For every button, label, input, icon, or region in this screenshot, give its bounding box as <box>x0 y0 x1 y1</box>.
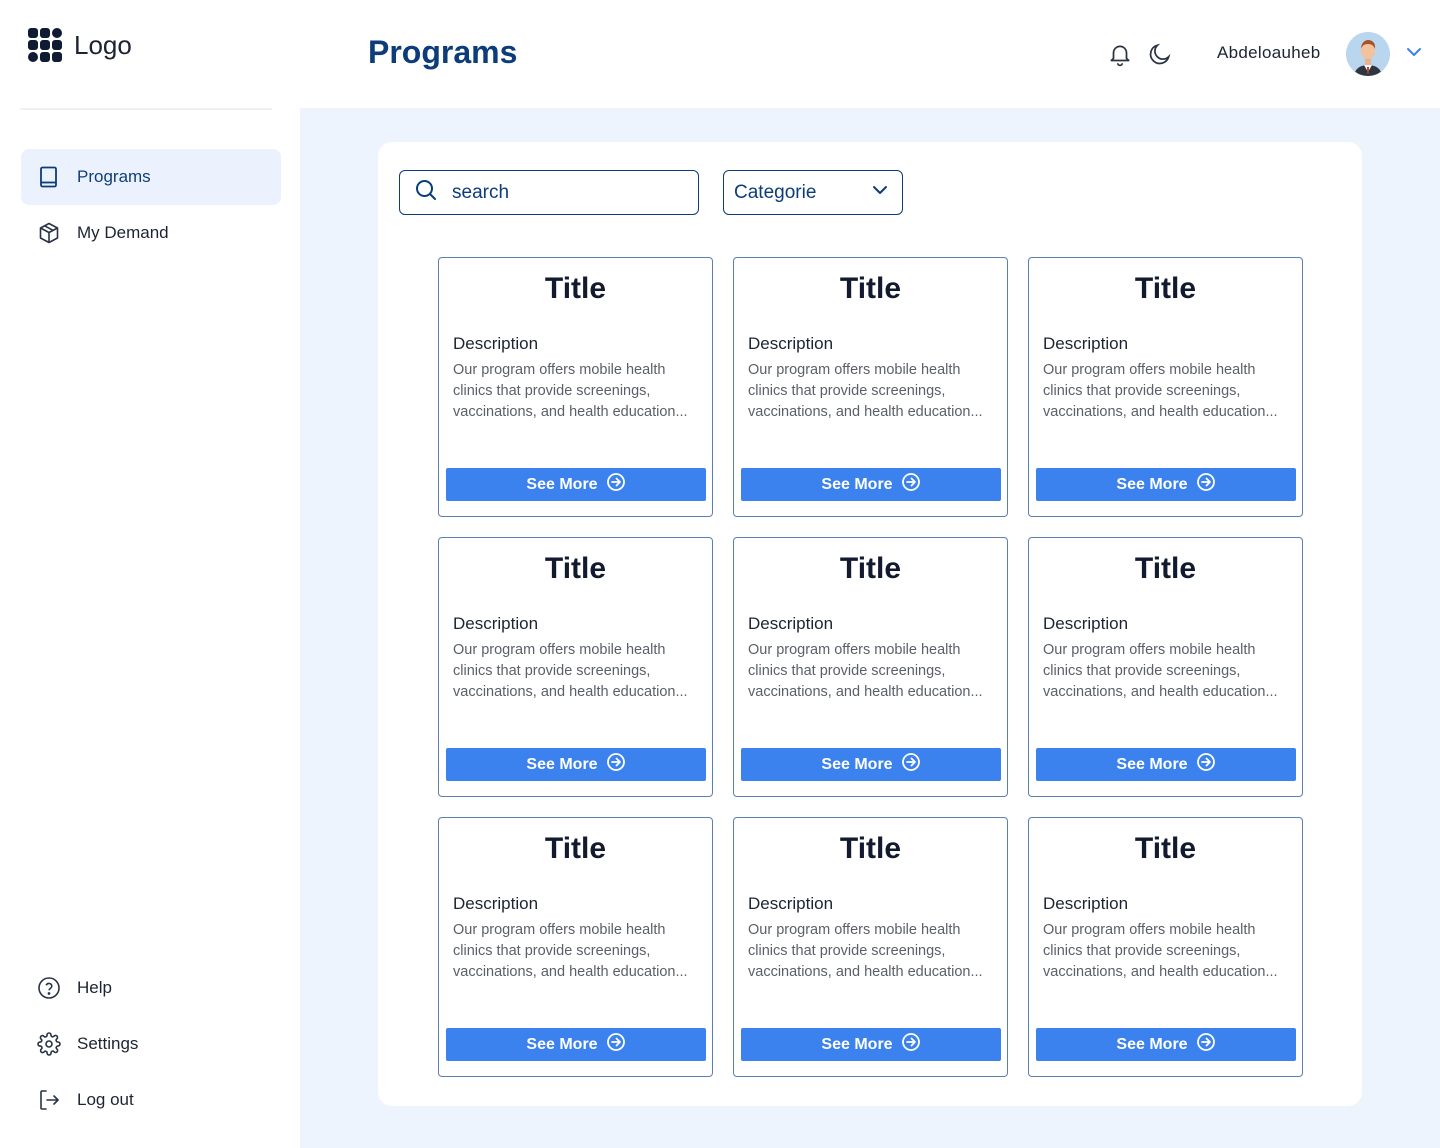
sidebar-item-label: Help <box>77 978 112 997</box>
program-card: Title Description Our program offers mob… <box>438 817 713 1077</box>
gear-icon <box>37 1032 61 1056</box>
card-description-heading: Description <box>1043 614 1129 633</box>
arrow-right-circle-icon <box>893 1032 921 1057</box>
sidebar: Logo Programs My Demand Help Settings Lo… <box>0 0 300 1148</box>
card-description: Our program offers mobile health clinics… <box>748 362 983 420</box>
see-more-label: See More <box>1116 755 1188 773</box>
see-more-label: See More <box>526 755 598 773</box>
card-description-heading: Description <box>748 894 834 913</box>
avatar[interactable] <box>1346 32 1390 76</box>
search-icon <box>414 178 438 207</box>
card-description-heading: Description <box>453 894 539 913</box>
program-card: Title Description Our program offers mob… <box>1028 817 1303 1077</box>
card-title: Title <box>1134 832 1197 865</box>
see-more-label: See More <box>821 1035 893 1053</box>
bell-icon[interactable] <box>1106 40 1134 68</box>
see-more-button[interactable]: See More <box>741 468 1001 501</box>
card-title: Title <box>544 552 607 585</box>
card-description-heading: Description <box>748 614 834 633</box>
card-description-heading: Description <box>453 614 539 633</box>
program-card: Title Description Our program offers mob… <box>733 537 1008 797</box>
see-more-button[interactable]: See More <box>741 1028 1001 1061</box>
logo-text: Logo <box>74 29 132 60</box>
arrow-right-circle-icon <box>893 472 921 497</box>
sidebar-item-logout[interactable]: Log out <box>21 1072 281 1128</box>
card-title: Title <box>544 272 607 305</box>
sidebar-item-label: Programs <box>77 167 151 186</box>
program-card: Title Description Our program offers mob… <box>438 537 713 797</box>
card-description-heading: Description <box>748 334 834 353</box>
card-description: Our program offers mobile health clinics… <box>1043 642 1278 700</box>
program-card: Title Description Our program offers mob… <box>733 817 1008 1077</box>
card-description: Our program offers mobile health clinics… <box>1043 922 1278 980</box>
sidebar-divider <box>20 108 272 110</box>
logo-icon <box>28 28 62 62</box>
card-description: Our program offers mobile health clinics… <box>453 922 688 980</box>
card-title: Title <box>839 552 902 585</box>
card-description: Our program offers mobile health clinics… <box>453 362 688 420</box>
category-dropdown[interactable]: Categorie <box>723 170 903 215</box>
card-title: Title <box>544 832 607 865</box>
see-more-label: See More <box>526 1035 598 1053</box>
see-more-label: See More <box>526 475 598 493</box>
sidebar-item-help[interactable]: Help <box>21 960 281 1016</box>
see-more-button[interactable]: See More <box>741 748 1001 781</box>
card-description-heading: Description <box>1043 334 1129 353</box>
program-card-grid: Title Description Our program offers mob… <box>438 257 1304 1077</box>
card-description: Our program offers mobile health clinics… <box>748 642 983 700</box>
arrow-right-circle-icon <box>1188 752 1216 777</box>
program-card: Title Description Our program offers mob… <box>733 257 1008 517</box>
programs-panel: Categorie Title Description Our program … <box>378 142 1362 1106</box>
card-title: Title <box>839 272 902 305</box>
see-more-label: See More <box>1116 475 1188 493</box>
see-more-label: See More <box>821 755 893 773</box>
see-more-button[interactable]: See More <box>1036 1028 1296 1061</box>
help-circle-icon <box>37 976 61 1000</box>
see-more-label: See More <box>821 475 893 493</box>
category-dropdown-label: Categorie <box>734 181 817 203</box>
program-card: Title Description Our program offers mob… <box>1028 257 1303 517</box>
sidebar-item-label: My Demand <box>77 223 169 242</box>
card-description-heading: Description <box>453 334 539 353</box>
see-more-button[interactable]: See More <box>446 1028 706 1061</box>
card-title: Title <box>1134 272 1197 305</box>
sidebar-item-label: Settings <box>77 1034 139 1053</box>
card-description-heading: Description <box>1043 894 1129 913</box>
logo[interactable]: Logo <box>28 28 132 62</box>
book-icon <box>37 165 61 189</box>
see-more-button[interactable]: See More <box>1036 748 1296 781</box>
program-card: Title Description Our program offers mob… <box>1028 537 1303 797</box>
chevron-down-icon[interactable] <box>1404 42 1424 64</box>
see-more-button[interactable]: See More <box>446 468 706 501</box>
program-card: Title Description Our program offers mob… <box>438 257 713 517</box>
card-title: Title <box>839 832 902 865</box>
sidebar-item-label: Log out <box>77 1090 134 1109</box>
arrow-right-circle-icon <box>1188 1032 1216 1057</box>
arrow-right-circle-icon <box>598 1032 626 1057</box>
arrow-right-circle-icon <box>598 752 626 777</box>
sidebar-item-my-demand[interactable]: My Demand <box>21 205 281 261</box>
search-input[interactable] <box>452 181 672 204</box>
sidebar-item-programs[interactable]: Programs <box>21 149 281 205</box>
arrow-right-circle-icon <box>598 472 626 497</box>
arrow-right-circle-icon <box>1188 472 1216 497</box>
page-title: Programs <box>368 34 518 70</box>
card-title: Title <box>1134 552 1197 585</box>
card-description: Our program offers mobile health clinics… <box>748 922 983 980</box>
see-more-label: See More <box>1116 1035 1188 1053</box>
package-icon <box>37 221 61 245</box>
logout-icon <box>37 1088 61 1112</box>
see-more-button[interactable]: See More <box>446 748 706 781</box>
card-description: Our program offers mobile health clinics… <box>1043 362 1278 420</box>
top-header: Programs Abdeloauheb <box>300 0 1440 108</box>
chevron-down-icon <box>870 180 890 205</box>
see-more-button[interactable]: See More <box>1036 468 1296 501</box>
user-name[interactable]: Abdeloauheb <box>1217 43 1321 63</box>
moon-icon[interactable] <box>1146 40 1174 68</box>
arrow-right-circle-icon <box>893 752 921 777</box>
card-description: Our program offers mobile health clinics… <box>453 642 688 700</box>
sidebar-item-settings[interactable]: Settings <box>21 1016 281 1072</box>
search-box[interactable] <box>399 170 699 215</box>
